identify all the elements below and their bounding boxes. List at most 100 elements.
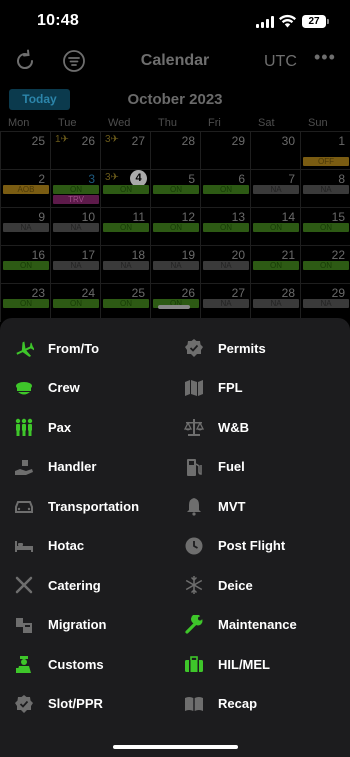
- calendar-day[interactable]: 29: [200, 132, 250, 170]
- menu-item-crew[interactable]: Crew: [14, 373, 80, 403]
- duty-chip: ON: [203, 185, 249, 194]
- weekday-header: Mon Tue Wed Thu Fri Sat Sun: [0, 117, 350, 131]
- day-number: 28: [281, 286, 295, 300]
- calendar-week-row: 16 ON 17 NA 18 NA 19 NA 20 NA 21 ON 22 ON: [0, 245, 350, 284]
- calendar-day[interactable]: 26 1✈: [50, 132, 100, 170]
- calendar-day[interactable]: 17 NA: [50, 246, 100, 284]
- weekday-label: Sat: [258, 117, 275, 129]
- calendar-day[interactable]: 28: [150, 132, 200, 170]
- weekday-label: Wed: [108, 117, 131, 129]
- menu-item-label: W&B: [218, 419, 250, 435]
- calendar-day[interactable]: 3 ON TRV: [50, 170, 100, 208]
- menu-item-migration[interactable]: Migration: [14, 610, 107, 640]
- menu-item-customs[interactable]: Customs: [14, 649, 104, 679]
- menu-item-catering[interactable]: Catering: [14, 570, 101, 600]
- calendar-day[interactable]: 1 OFF: [300, 132, 350, 170]
- day-number: 19: [181, 248, 195, 262]
- menu-item-label: Transportation: [48, 498, 140, 514]
- day-number: 28: [181, 134, 195, 148]
- menu-item-w-b[interactable]: W&B: [184, 412, 249, 442]
- calendar-day[interactable]: 6 ON: [200, 170, 250, 208]
- calendar-week-row: 23 ON 24 ON 25 ON 26 ON 27 NA 28 NA 29 NA: [0, 283, 350, 322]
- calendar-day[interactable]: 25: [0, 132, 50, 170]
- day-number: 18: [131, 248, 145, 262]
- calendar-day[interactable]: 18 NA: [100, 246, 150, 284]
- calendar-day[interactable]: 22 ON: [300, 246, 350, 284]
- calendar-day[interactable]: 12 ON: [150, 208, 200, 246]
- duty-chip: ON: [103, 223, 149, 232]
- menu-item-label: Customs: [48, 656, 104, 672]
- calendar-day[interactable]: 15 ON: [300, 208, 350, 246]
- briefcase-icon: [184, 654, 204, 674]
- timezone-button[interactable]: UTC: [264, 53, 297, 71]
- calendar-day[interactable]: 13 ON: [200, 208, 250, 246]
- scale-icon: [184, 417, 204, 437]
- menu-item-permits[interactable]: Permits: [184, 333, 266, 363]
- menu-item-hotac[interactable]: Hotac: [14, 531, 84, 561]
- sheet-grabber[interactable]: [158, 305, 190, 309]
- calendar-day[interactable]: 2 AOB: [0, 170, 50, 208]
- menu-item-deice[interactable]: Deice: [184, 570, 253, 600]
- more-options-icon[interactable]: •••: [314, 47, 336, 68]
- menu-item-label: Crew: [48, 380, 80, 395]
- menu-item-fpl[interactable]: FPL: [184, 373, 243, 403]
- menu-item-maintenance[interactable]: Maintenance: [184, 610, 297, 640]
- bell-icon: [184, 496, 204, 516]
- menu-item-slot-ppr[interactable]: Slot/PPR: [14, 689, 103, 719]
- menu-item-transportation[interactable]: Transportation: [14, 491, 139, 521]
- wrench-icon: [184, 614, 204, 635]
- calendar-day[interactable]: 27 3✈: [100, 132, 150, 170]
- menu-item-recap[interactable]: Recap: [184, 689, 257, 719]
- calendar-day[interactable]: 28 NA: [250, 284, 300, 322]
- home-indicator: [113, 745, 238, 749]
- menu-item-mvt[interactable]: MVT: [184, 491, 245, 521]
- calendar-day[interactable]: 9 NA: [0, 208, 50, 246]
- calendar-day[interactable]: 8 NA: [300, 170, 350, 208]
- calendar-day[interactable]: 25 ON: [100, 284, 150, 322]
- flight-count-badge: 1✈: [55, 134, 69, 145]
- calendar-day[interactable]: 7 NA: [250, 170, 300, 208]
- calendar-day[interactable]: 4 3✈ ON: [100, 170, 150, 208]
- calendar-day[interactable]: 20 NA: [200, 246, 250, 284]
- day-number: 22: [331, 248, 345, 262]
- day-number: 14: [281, 210, 295, 224]
- calendar-day[interactable]: 21 ON: [250, 246, 300, 284]
- calendar-day[interactable]: 14 ON: [250, 208, 300, 246]
- calendar-day[interactable]: 30: [250, 132, 300, 170]
- calendar-day[interactable]: 10 NA: [50, 208, 100, 246]
- calendar-day[interactable]: 24 ON: [50, 284, 100, 322]
- menu-item-from-to[interactable]: From/To: [14, 333, 99, 363]
- calendar-day[interactable]: 27 NA: [200, 284, 250, 322]
- duty-chip: ON: [3, 299, 49, 308]
- customs-officer-icon: [14, 654, 34, 674]
- day-number: 5: [188, 172, 195, 186]
- weekday-label: Fri: [208, 117, 221, 129]
- menu-item-label: Permits: [218, 340, 266, 356]
- duty-chip: NA: [203, 261, 249, 270]
- day-number: 9: [38, 210, 45, 224]
- calendar-day[interactable]: 19 NA: [150, 246, 200, 284]
- menu-item-hil-mel[interactable]: HIL/MEL: [184, 649, 270, 679]
- duty-chip: ON: [3, 261, 49, 270]
- menu-item-pax[interactable]: Pax: [14, 412, 71, 442]
- menu-item-post-flight[interactable]: Post Flight: [184, 531, 285, 561]
- clock-icon: [184, 536, 204, 556]
- calendar-day[interactable]: 5 ON: [150, 170, 200, 208]
- calendar-day[interactable]: 16 ON: [0, 246, 50, 284]
- day-number: 6: [238, 172, 245, 186]
- badge-check-icon: [14, 694, 34, 714]
- duty-chip: ON: [253, 261, 299, 270]
- menu-item-label: Migration: [48, 617, 107, 632]
- day-number: 15: [331, 210, 345, 224]
- menu-item-fuel[interactable]: Fuel: [184, 452, 245, 482]
- people-icon: [14, 417, 34, 437]
- calendar-day[interactable]: 26 ON: [150, 284, 200, 322]
- weekday-label: Tue: [58, 117, 77, 129]
- duty-chip: ON: [253, 223, 299, 232]
- bed-icon: [14, 536, 34, 556]
- menu-item-handler[interactable]: Handler: [14, 452, 96, 482]
- calendar-day[interactable]: 29 NA: [300, 284, 350, 322]
- calendar-day[interactable]: 11 ON: [100, 208, 150, 246]
- duty-chip: ON: [303, 261, 349, 270]
- calendar-day[interactable]: 23 ON: [0, 284, 50, 322]
